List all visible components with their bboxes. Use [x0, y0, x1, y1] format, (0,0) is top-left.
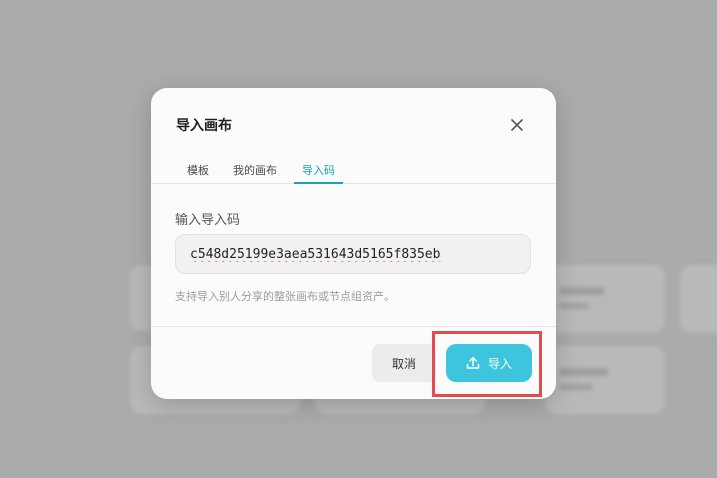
close-icon[interactable]: [506, 114, 528, 136]
background-card: [545, 346, 665, 414]
import-hint: 支持导入别人分享的整张画布或节点组资产。: [175, 290, 395, 303]
background-card: [545, 265, 665, 333]
footer-divider: [151, 326, 556, 327]
import-button-highlight: [432, 331, 542, 397]
tab-import-code[interactable]: 导入码: [294, 162, 343, 184]
background-card: [680, 265, 717, 333]
dialog-title: 导入画布: [176, 118, 232, 134]
import-canvas-dialog: 导入画布 模板 我的画布 导入码 输入导入码 支持导入别人分享的整张画布或节点组…: [151, 88, 556, 399]
tab-my-canvas[interactable]: 我的画布: [233, 162, 277, 183]
import-code-label: 输入导入码: [175, 213, 241, 228]
cancel-button[interactable]: 取消: [372, 344, 436, 382]
tab-templates[interactable]: 模板: [187, 162, 209, 183]
import-code-input[interactable]: [175, 234, 531, 274]
tab-bar: 模板 我的画布 导入码: [151, 156, 556, 184]
